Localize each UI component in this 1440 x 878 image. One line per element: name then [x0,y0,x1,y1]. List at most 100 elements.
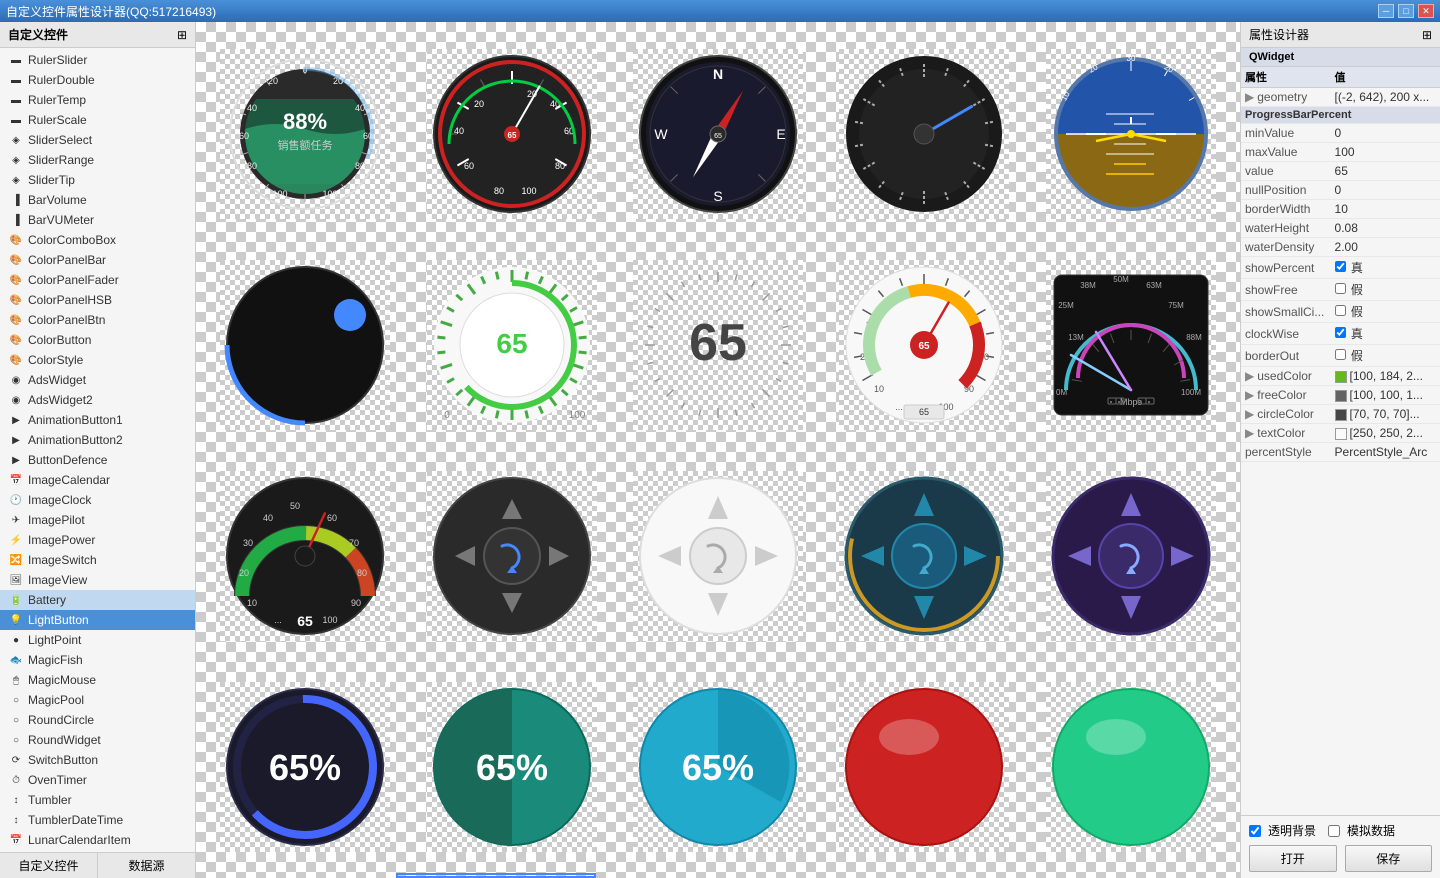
widget-progress-water[interactable]: 0 20 40 60 80 100 100 80 60 40 20 88% 销售… [206,32,404,235]
prop-section-ProgressBarPercent: ProgressBarPercent [1241,107,1440,124]
prop-val: 假 [1331,279,1440,301]
widget-percent-cyan[interactable]: 65% [619,665,817,868]
sidebar-item-colorpanelfader[interactable]: 🎨ColorPanelFader [0,270,195,290]
simulate-data-label[interactable]: 模拟数据 [1328,822,1395,839]
sidebar-item-adswidget2[interactable]: ◉AdsWidget2 [0,390,195,410]
widget-dark-speed[interactable]: 10 20 30 40 50 60 70 80 90 100 ... 65 [206,454,404,657]
sidebar-footer-widgets[interactable]: 自定义控件 [0,853,98,878]
sidebar-item-rulerscale[interactable]: ▬RulerScale [0,110,195,130]
widget-percent-teal[interactable]: 65% [412,665,610,868]
prop-key: waterHeight [1241,219,1331,238]
widget-remote-teal[interactable] [825,454,1023,657]
sidebar-item-buttondefence[interactable]: ▶ButtonDefence [0,450,195,470]
widget-remote-purple[interactable] [1032,454,1230,657]
widget-progress-ring-blue[interactable]: 65 0 100 [412,243,610,446]
transparent-bg-label[interactable]: 透明背景 [1249,822,1316,839]
save-button[interactable]: 保存 [1345,845,1433,872]
svg-text:50: 50 [290,501,300,511]
sidebar-item-rulerslider[interactable]: ▬RulerSlider [0,50,195,70]
open-button[interactable]: 打开 [1249,845,1337,872]
widget-dark-circle-dot[interactable] [206,243,404,446]
sidebar-item-magicpool[interactable]: ○MagicPool [0,690,195,710]
widget-large-number[interactable]: 65 [619,243,817,446]
widget-knob-dark[interactable] [825,32,1023,235]
sidebar-item-oventimer[interactable]: ⏱OvenTimer [0,770,195,790]
sidebar-item-lunarcalendaritem[interactable]: 📅LunarCalendarItem [0,830,195,850]
sidebar-item-rulerdouble[interactable]: ▬RulerDouble [0,70,195,90]
sidebar-icon-colorpanelbar: 🎨 [8,252,24,268]
sidebar-label-colorpanelfader: ColorPanelFader [28,273,119,287]
sidebar-item-colorpanelhsb[interactable]: 🎨ColorPanelHSB [0,290,195,310]
prop-val: 100 [1331,143,1440,162]
sidebar-item-tumbler[interactable]: ↕Tumbler [0,790,195,810]
sidebar-item-barvumeter[interactable]: ▐BarVUMeter [0,210,195,230]
sidebar-item-battery[interactable]: 🔋Battery [0,590,195,610]
right-panel-expand[interactable]: ⊞ [1422,28,1432,42]
prop-row-waterDensity: waterDensity2.00 [1241,238,1440,257]
svg-text:60: 60 [327,513,337,523]
sidebar-icon-lightpoint: ● [8,632,24,648]
sidebar-item-imagecalendar[interactable]: 📅ImageCalendar [0,470,195,490]
svg-text:90: 90 [351,598,361,608]
widget-speedometer-dark[interactable]: 0 20 40 60 80 100 80 60 40 20 65 [412,32,610,235]
sidebar-item-roundwidget[interactable]: ○RoundWidget [0,730,195,750]
sidebar-item-switchbutton[interactable]: ⟳SwitchButton [0,750,195,770]
widget-horizon[interactable]: 30 20 10 20 [1032,32,1230,235]
sidebar-item-slidertip[interactable]: ◈SliderTip [0,170,195,190]
sidebar-label-sliderselect: SliderSelect [28,133,92,147]
sidebar-label-colorcombobox: ColorComboBox [28,233,116,247]
sidebar-list: ▬RulerSlider▬RulerDouble▬RulerTemp▬Ruler… [0,48,195,852]
sidebar-item-animationbutton1[interactable]: ▶AnimationButton1 [0,410,195,430]
maximize-button[interactable]: □ [1398,4,1414,18]
simulate-data-checkbox[interactable] [1328,825,1340,837]
sidebar-item-rulertemp[interactable]: ▬RulerTemp [0,90,195,110]
svg-text:100: 100 [521,186,536,196]
widget-percent-dark-arc[interactable]: 65% [206,665,404,868]
sidebar-item-colorpanelbar[interactable]: 🎨ColorPanelBar [0,250,195,270]
sidebar-item-magicfish[interactable]: 🐟MagicFish [0,650,195,670]
sidebar-item-tumblerdatetime[interactable]: ↕TumblerDateTime [0,810,195,830]
sidebar-item-imagepilot[interactable]: ✈ImagePilot [0,510,195,530]
prop-key: ▶freeColor [1241,386,1331,405]
sidebar-item-adswidget[interactable]: ◉AdsWidget [0,370,195,390]
sidebar-item-animationbutton2[interactable]: ▶AnimationButton2 [0,430,195,450]
prop-key: borderOut [1241,345,1331,367]
sidebar-item-imageclock[interactable]: 🕐ImageClock [0,490,195,510]
minimize-button[interactable]: ─ [1378,4,1394,18]
sidebar-item-colorpanelbtn[interactable]: 🎨ColorPanelBtn [0,310,195,330]
widget-red-glossy[interactable] [825,665,1023,868]
title-bar: 自定义控件属性设计器(QQ:517216493) ─ □ ✕ [0,0,1440,22]
widget-compass[interactable]: N S W E 65 [619,32,817,235]
svg-text:100M: 100M [1181,388,1201,397]
sidebar-item-colorcombobox[interactable]: 🎨ColorComboBox [0,230,195,250]
sidebar-item-lightbutton[interactable]: 💡LightButton [0,610,195,630]
sidebar-item-colorbutton[interactable]: 🎨ColorButton [0,330,195,350]
sidebar-expand-icon[interactable]: ⊞ [177,28,187,42]
prop-key: showSmallCi... [1241,301,1331,323]
widget-speed-gauge[interactable]: 10 20 30 40 50 60 70 80 90 100 ... [825,243,1023,446]
widget-grid: 0 20 40 60 80 100 100 80 60 40 20 88% 销售… [196,22,1240,878]
widget-network-meter[interactable]: Mbps 0M 13M 25M 38M 50M 63M 75M 88M 100M [1032,243,1230,446]
close-button[interactable]: ✕ [1418,4,1434,18]
prop-val: [70, 70, 70]... [1331,405,1440,424]
widget-remote-dark[interactable] [412,454,610,657]
right-panel-title: 属性设计器 [1249,26,1309,43]
sidebar-item-colorstyle[interactable]: 🎨ColorStyle [0,350,195,370]
transparent-bg-checkbox[interactable] [1249,825,1261,837]
sidebar-item-imageview[interactable]: 🖼ImageView [0,570,195,590]
sidebar-item-sliderselect[interactable]: ◈SliderSelect [0,130,195,150]
sidebar-icon-magicfish: 🐟 [8,652,24,668]
sidebar-item-lightpoint[interactable]: ●LightPoint [0,630,195,650]
sidebar-item-barvolume[interactable]: ▐BarVolume [0,190,195,210]
sidebar-item-imageswitch[interactable]: 🔀ImageSwitch [0,550,195,570]
sidebar-footer-datasource[interactable]: 数据源 [98,853,195,878]
sidebar-icon-oventimer: ⏱ [8,772,24,788]
sidebar-label-imagecalendar: ImageCalendar [28,473,110,487]
svg-text:20: 20 [474,99,484,109]
widget-green-glossy[interactable] [1032,665,1230,868]
sidebar-item-roundcircle[interactable]: ○RoundCircle [0,710,195,730]
sidebar-item-sliderrange[interactable]: ◈SliderRange [0,150,195,170]
sidebar-item-imagepower[interactable]: ⚡ImagePower [0,530,195,550]
sidebar-item-magicmouse[interactable]: 🖱MagicMouse [0,670,195,690]
widget-remote-light[interactable] [619,454,817,657]
